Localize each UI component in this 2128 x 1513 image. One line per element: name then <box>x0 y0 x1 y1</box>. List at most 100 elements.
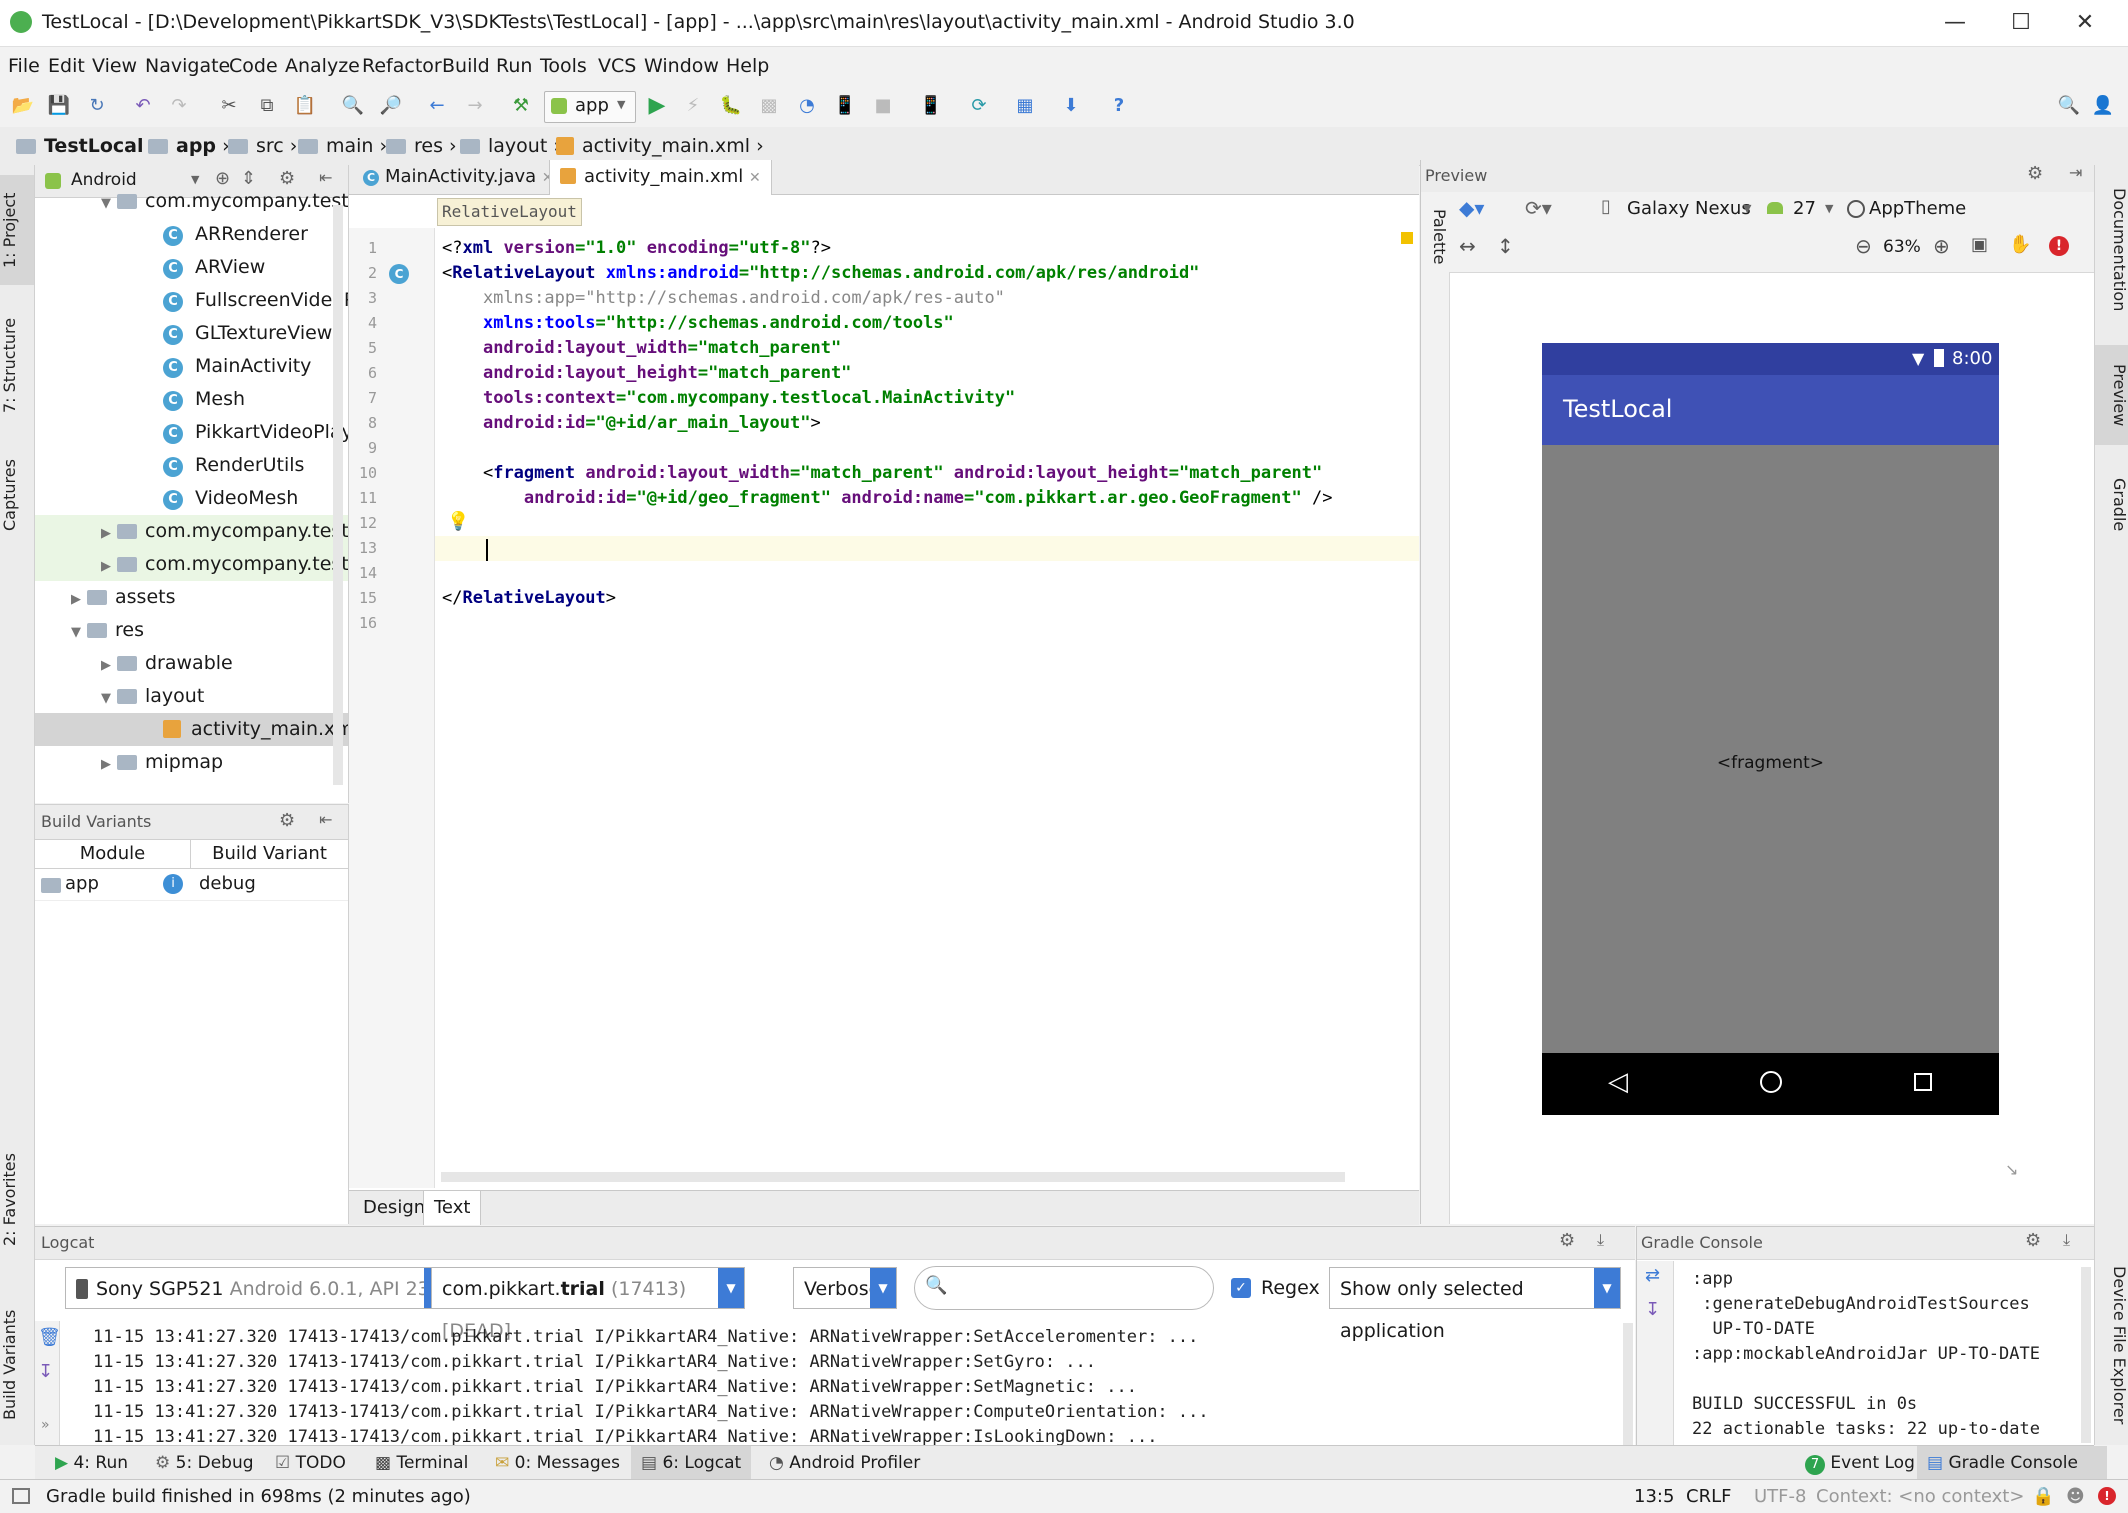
tree-row[interactable]: C FullscreenVideoP <box>35 284 348 317</box>
gear-icon[interactable]: ⚙ <box>279 810 295 831</box>
coverage-icon[interactable]: ▩ <box>756 93 782 119</box>
gear-icon[interactable]: ⚙ <box>2027 163 2043 184</box>
tree-row[interactable]: ▶ drawable <box>35 647 348 680</box>
api-select[interactable]: 27 <box>1793 198 1816 219</box>
run-icon[interactable]: ▶ <box>644 93 670 119</box>
tab-text[interactable]: Text <box>423 1191 482 1225</box>
tab-palette[interactable]: Palette <box>1421 202 1449 272</box>
user-icon[interactable]: 👤 <box>2090 93 2116 119</box>
tab-android-profiler[interactable]: ◔ Android Profiler <box>759 1446 930 1480</box>
tab-main-activity-java[interactable]: C MainActivity.java ✕ <box>353 160 564 194</box>
horizontal-scrollbar[interactable] <box>441 1172 1345 1182</box>
tree-row[interactable]: C VideoMesh <box>35 482 348 515</box>
inspector-icon[interactable]: ☻ <box>2066 1480 2085 1513</box>
menu-view[interactable]: View <box>84 47 145 85</box>
resize-handle[interactable]: ↘ <box>2005 1160 2018 1179</box>
hide-panel-icon[interactable]: ⇥ <box>2069 163 2082 182</box>
paste-icon[interactable]: 📋 <box>292 93 318 119</box>
hide-panel-icon[interactable]: ⤓ <box>2063 1230 2070 1250</box>
tree-row-selected[interactable]: activity_main.xml <box>35 713 348 746</box>
tab-build-variants[interactable]: Build Variants <box>0 1295 34 1435</box>
project-structure-icon[interactable]: ▦ <box>1012 93 1038 119</box>
file-encoding[interactable]: UTF-8 <box>1754 1480 1806 1513</box>
tab-gradle[interactable]: Gradle <box>2095 465 2128 545</box>
error-icon[interactable]: ! <box>2098 1487 2116 1505</box>
help-icon[interactable]: ? <box>1106 93 1132 119</box>
hide-panel-icon[interactable]: ⤓ <box>1597 1230 1604 1250</box>
regex-checkbox[interactable]: ✓ <box>1231 1278 1251 1298</box>
tree-row[interactable]: ▶values <box>35 779 348 785</box>
tree-row[interactable]: C ARView <box>35 251 348 284</box>
tab-captures[interactable]: Captures <box>0 445 34 545</box>
tab-logcat[interactable]: ▤ 6: Logcat <box>631 1446 752 1480</box>
status-message[interactable]: Gradle build finished in 698ms (2 minute… <box>46 1480 471 1513</box>
menu-tools[interactable]: Tools <box>532 47 595 85</box>
error-icon[interactable]: ! <box>2049 236 2069 256</box>
pan-horizontal-icon[interactable]: ↔ <box>1459 234 1476 258</box>
tree-row[interactable]: C PikkartVideoPlay <box>35 416 348 449</box>
chevron-right-icon[interactable]: ▶ <box>101 550 117 581</box>
rotate-icon[interactable]: ⟳▾ <box>1525 196 1552 220</box>
tab-run[interactable]: ▶ 4: Run <box>45 1446 138 1480</box>
tab-todo[interactable]: ☑ TODO <box>265 1446 356 1480</box>
tree-row[interactable]: ▶ com.mycompany.testlo <box>35 548 348 581</box>
chevron-right-icon[interactable]: ▶ <box>101 748 117 779</box>
chevron-right-icon[interactable]: ▶ <box>101 649 117 680</box>
tab-debug[interactable]: ⚙ 5: Debug <box>145 1446 264 1480</box>
run-config-select[interactable]: app ▼ <box>544 91 636 123</box>
tree-row[interactable]: C RenderUtils <box>35 449 348 482</box>
tree-row[interactable]: ▼ layout <box>35 680 348 713</box>
context-indicator[interactable]: Context: <no context> <box>1816 1480 2024 1513</box>
caret-position[interactable]: 13:5 <box>1634 1480 1674 1513</box>
tree-row[interactable]: ▼ com.mycompany.testlo <box>35 185 348 218</box>
stop-icon[interactable]: ■ <box>870 93 896 119</box>
cut-icon[interactable]: ✂ <box>216 93 242 119</box>
chevron-down-icon[interactable]: ▼ <box>1825 202 1833 215</box>
tree-row[interactable]: ▼ res <box>35 614 348 647</box>
redo-icon[interactable]: ↷ <box>166 93 192 119</box>
tab-favorites[interactable]: 2: Favorites <box>0 1145 34 1255</box>
hide-panel-icon[interactable]: ⇤ <box>319 810 332 829</box>
close-button[interactable]: ✕ <box>2054 0 2116 46</box>
sdk-manager-icon[interactable]: ⬇ <box>1058 93 1084 119</box>
gradle-output[interactable]: :app :generateDebugAndroidTestSources UP… <box>1637 1261 2077 1445</box>
code-area[interactable]: <?xml version="1.0" encoding="utf-8"?> <… <box>349 236 1419 636</box>
zoom-in-icon[interactable]: ⊕ <box>1933 234 1950 258</box>
lock-icon[interactable]: 🔒 <box>2032 1480 2054 1513</box>
tab-messages[interactable]: ✉ 0: Messages <box>485 1446 630 1480</box>
tab-event-log[interactable]: 7 Event Log <box>1795 1446 1925 1480</box>
info-icon[interactable]: i <box>163 874 183 894</box>
toggle-tool-windows-icon[interactable] <box>12 1488 30 1504</box>
chevron-right-icon[interactable]: ▶ <box>101 781 117 785</box>
chevron-right-icon[interactable]: ▶ <box>71 583 87 614</box>
save-icon[interactable]: 💾 <box>46 93 72 119</box>
chevron-down-icon[interactable]: ▼ <box>71 616 87 647</box>
avd-manager-icon[interactable]: 📱 <box>918 93 944 119</box>
attach-debugger-icon[interactable]: 📱 <box>832 93 858 119</box>
tree-row[interactable]: C ARRenderer <box>35 218 348 251</box>
make-project-icon[interactable]: ⚒ <box>508 93 534 119</box>
tree-scrollbar[interactable] <box>333 205 343 785</box>
log-output[interactable]: 11-15 13:41:27.320 17413-17413/com.pikka… <box>35 1323 1615 1445</box>
debug-icon[interactable]: 🐛 <box>718 93 744 119</box>
log-level-select[interactable]: Verbose ▼ <box>793 1267 897 1309</box>
pan-vertical-icon[interactable]: ↕ <box>1497 234 1514 258</box>
copy-icon[interactable]: ⧉ <box>254 93 280 119</box>
gear-icon[interactable]: ⚙ <box>2025 1230 2041 1251</box>
log-search-input[interactable]: 🔍 <box>914 1266 1214 1310</box>
maximize-button[interactable]: ☐ <box>1990 0 2052 46</box>
tree-row[interactable]: ▶ com.mycompany.testlo <box>35 515 348 548</box>
tab-preview[interactable]: Preview <box>2095 345 2128 445</box>
find-icon[interactable]: 🔍 <box>340 93 366 119</box>
chevron-down-icon[interactable]: ▼ <box>1743 202 1751 215</box>
device-select[interactable]: Galaxy Nexus <box>1627 198 1751 219</box>
tree-row[interactable]: C Mesh <box>35 383 348 416</box>
menu-window[interactable]: Window <box>636 47 727 85</box>
table-row[interactable]: app i debug <box>35 870 348 901</box>
sync-icon[interactable]: ↻ <box>84 93 110 119</box>
tab-structure[interactable]: 7: Structure <box>0 305 34 425</box>
device-select[interactable]: Sony SGP521 Android 6.0.1, API 23 ▼ <box>65 1267 451 1309</box>
tree-row[interactable]: C MainActivity <box>35 350 348 383</box>
tab-activity-main-xml[interactable]: activity_main.xml ✕ <box>549 160 772 195</box>
tab-terminal[interactable]: ▩ Terminal <box>365 1446 478 1480</box>
